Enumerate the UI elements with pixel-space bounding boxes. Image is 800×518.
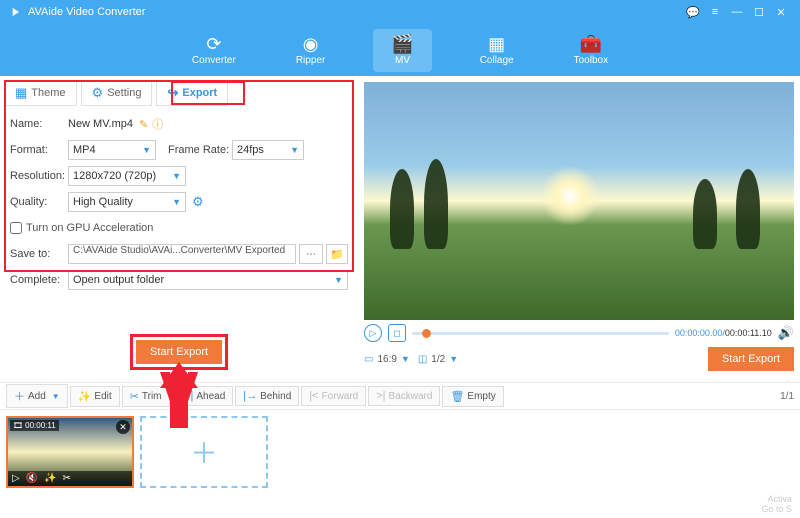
theme-icon: ▦ (15, 85, 27, 101)
feedback-icon[interactable]: 💬 (682, 3, 704, 21)
name-label: Name: (10, 118, 68, 130)
nav-collage[interactable]: ▦ Collage (468, 31, 526, 70)
nav-ripper[interactable]: ◉ Ripper (284, 31, 337, 70)
caret-icon: ▼ (172, 197, 181, 207)
browse-button[interactable]: ⋯ (299, 244, 323, 264)
resolution-select[interactable]: 1280x720 (720p)▼ (68, 166, 186, 186)
edit-button[interactable]: ✨Edit (70, 386, 120, 407)
format-label: Format: (10, 144, 68, 156)
annotation-arrow (156, 362, 202, 433)
resolution-label: Resolution: (10, 170, 68, 182)
preview-panel: ▷ ◻ 00:00:00.00/00:00:11.10 🔊 ▭16:9▼ ◫1/… (358, 76, 800, 382)
complete-select[interactable]: Open output folder▼ (68, 270, 348, 290)
settings-panel: ▦Theme ⚙Setting ↪Export Name: New MV.mp4… (0, 76, 358, 382)
trash-icon: 🗑 (450, 390, 464, 403)
quality-label: Quality: (10, 196, 68, 208)
clip-duration: 🎞00:00:11 (10, 420, 59, 431)
caret-icon: ▼ (142, 145, 151, 155)
clip-thumbnail[interactable]: 🎞00:00:11 ✕ ▷ 🔇 ✨ ✂ (6, 416, 134, 488)
saveto-path[interactable]: C:\AVAide Studio\AVAi...Converter\MV Exp… (68, 244, 296, 264)
converter-icon: ⟳ (206, 35, 221, 53)
wand-icon: ✨ (78, 390, 92, 403)
watermark: Activa Go to S (761, 494, 792, 514)
clip-edit-icon[interactable]: ✨ (44, 473, 56, 484)
close-icon[interactable]: ✕ (770, 3, 792, 21)
add-button[interactable]: ＋Add▼ (6, 384, 68, 408)
time-display: 00:00:00.00/00:00:11.10 (675, 328, 772, 338)
gpu-checkbox[interactable] (10, 222, 22, 234)
seek-slider[interactable] (412, 332, 669, 335)
title-bar: AVAide Video Converter 💬 ≡ — ☐ ✕ (0, 0, 800, 24)
maximize-icon[interactable]: ☐ (748, 3, 770, 21)
clip-trim-icon[interactable]: ✂ (63, 473, 71, 484)
name-value: New MV.mp4 (68, 118, 133, 130)
info-icon[interactable]: ⓘ (152, 116, 163, 132)
nav-toolbox[interactable]: 🧰 Toolbox (562, 31, 620, 70)
export-icon: ↪ (167, 85, 178, 101)
plus-icon: ＋ (14, 388, 25, 404)
split-icon: ◫ (418, 354, 427, 365)
quality-gear-icon[interactable]: ⚙ (192, 194, 204, 210)
app-title: AVAide Video Converter (28, 6, 145, 18)
clip-pager: 1/1 (780, 391, 794, 402)
setting-icon: ⚙ (92, 85, 104, 101)
quality-select[interactable]: High Quality▼ (68, 192, 186, 212)
film-icon: 🎞 (13, 421, 23, 430)
edit-name-icon[interactable]: ✎ (139, 118, 148, 131)
start-export-button[interactable]: Start Export (136, 340, 222, 364)
collage-icon: ▦ (488, 35, 505, 53)
behind-icon: |→ (243, 390, 257, 402)
menu-icon[interactable]: ≡ (704, 3, 726, 21)
aspect-select[interactable]: ▭16:9▼ (364, 354, 410, 365)
mv-icon: 🎬 (391, 35, 413, 53)
forward-icon: |< (309, 390, 318, 402)
toolbox-icon: 🧰 (580, 35, 602, 53)
tab-setting[interactable]: ⚙Setting (81, 80, 153, 106)
timeline: 🎞00:00:11 ✕ ▷ 🔇 ✨ ✂ ＋ (0, 410, 800, 496)
forward-button[interactable]: |<Forward (301, 386, 366, 406)
open-folder-icon[interactable]: 📁 (326, 244, 348, 264)
volume-icon[interactable]: 🔊 (778, 325, 794, 341)
clip-remove-icon[interactable]: ✕ (116, 420, 130, 434)
aspect-icon: ▭ (364, 354, 373, 365)
framerate-label: Frame Rate: (168, 144, 232, 156)
play-button[interactable]: ▷ (364, 324, 382, 342)
complete-label: Complete: (10, 274, 68, 286)
stop-button[interactable]: ◻ (388, 324, 406, 342)
caret-icon: ▼ (290, 145, 299, 155)
page-select[interactable]: ◫1/2▼ (418, 354, 458, 365)
behind-button[interactable]: |→Behind (235, 386, 299, 406)
gpu-label: Turn on GPU Acceleration (26, 222, 153, 234)
main-nav: ⟳ Converter ◉ Ripper 🎬 MV ▦ Collage 🧰 To… (0, 24, 800, 76)
nav-mv[interactable]: 🎬 MV (373, 29, 431, 72)
format-select[interactable]: MP4▼ (68, 140, 156, 160)
clip-toolbar: ＋Add▼ ✨Edit ✂Trim ←|Ahead |→Behind |<For… (0, 382, 800, 410)
app-logo: AVAide Video Converter (8, 5, 145, 19)
minimize-icon[interactable]: — (726, 3, 748, 21)
empty-button[interactable]: 🗑Empty (442, 386, 503, 407)
framerate-select[interactable]: 24fps▼ (232, 140, 304, 160)
clip-mute-icon[interactable]: 🔇 (26, 473, 38, 484)
caret-icon: ▼ (334, 275, 343, 285)
scissors-icon: ✂ (130, 390, 139, 403)
nav-converter[interactable]: ⟳ Converter (180, 31, 248, 70)
tab-export[interactable]: ↪Export (156, 80, 228, 106)
saveto-label: Save to: (10, 248, 68, 260)
backward-button[interactable]: >|Backward (368, 386, 440, 406)
ripper-icon: ◉ (303, 35, 319, 53)
start-export-button-right[interactable]: Start Export (708, 347, 794, 371)
video-preview[interactable] (364, 82, 794, 320)
caret-icon: ▼ (172, 171, 181, 181)
clip-play-icon[interactable]: ▷ (12, 473, 20, 484)
tab-theme[interactable]: ▦Theme (4, 80, 77, 106)
backward-icon: >| (376, 390, 385, 402)
